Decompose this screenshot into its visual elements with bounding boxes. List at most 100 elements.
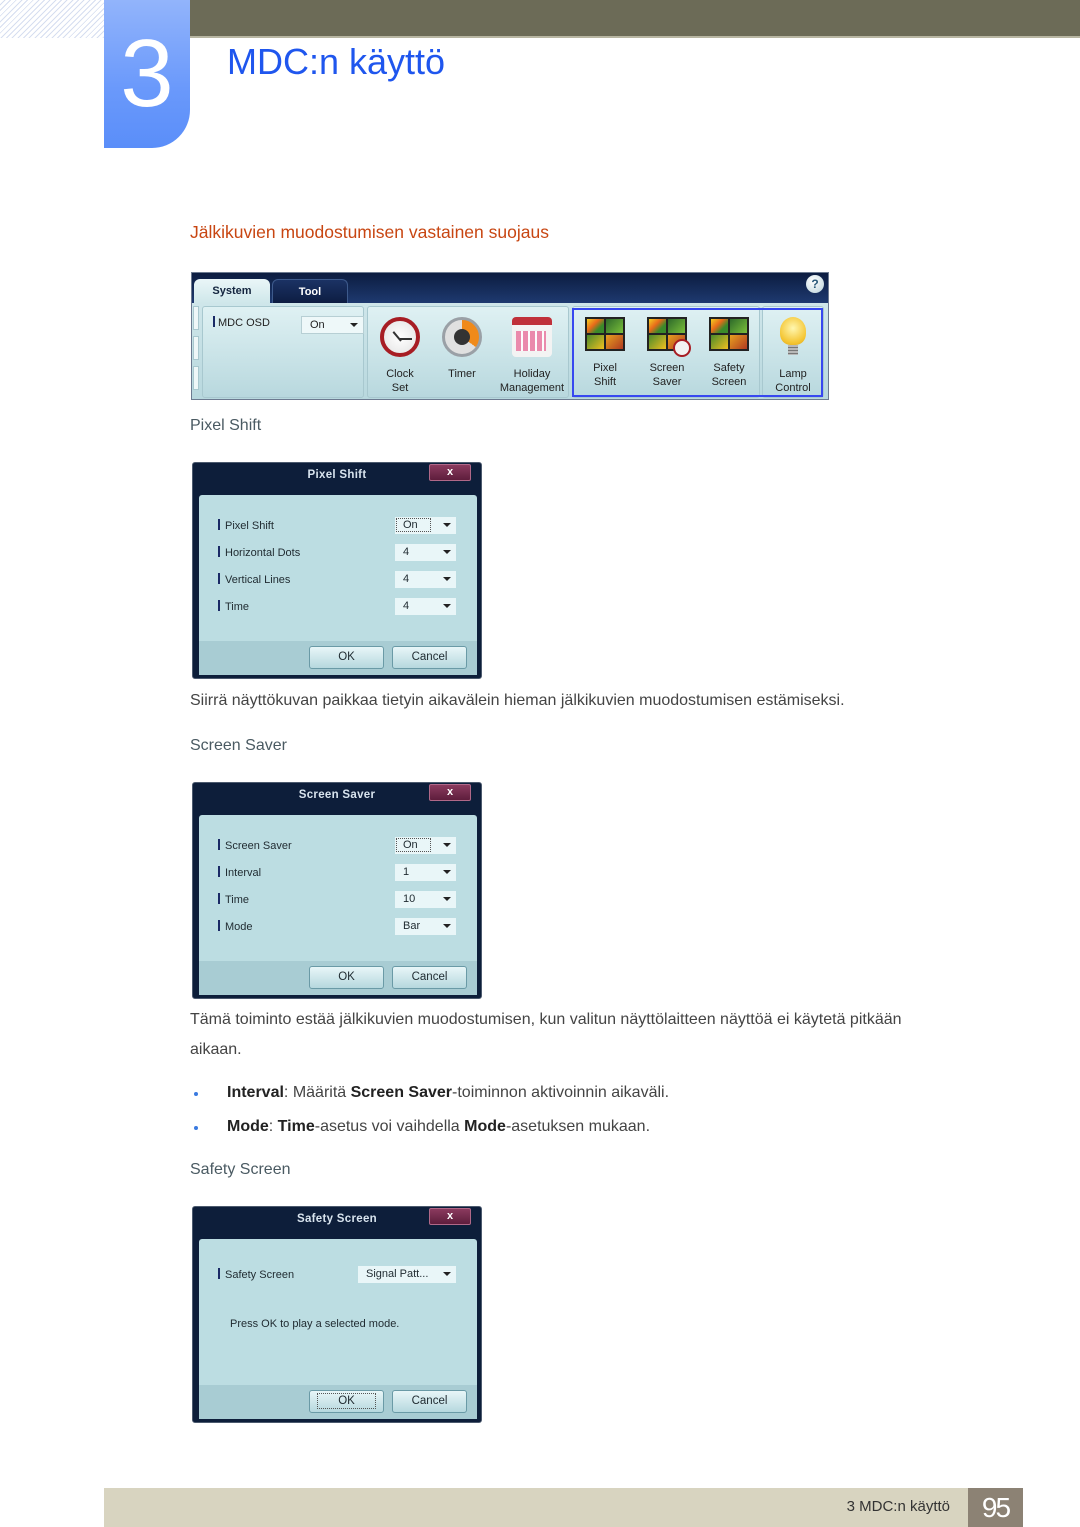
vertical-lines-select[interactable]: 4 xyxy=(395,571,456,588)
button-label: Management xyxy=(499,382,565,394)
screen-saver-select[interactable]: On xyxy=(395,837,456,854)
select-value: 4 xyxy=(403,573,410,585)
mdc-toolbar: System Tool ? MDC OSD On Clock Set Timer… xyxy=(191,272,829,400)
chapter-number: 3 xyxy=(104,0,190,148)
screen-saver-description-line2: aikaan. xyxy=(190,1041,242,1058)
chevron-down-icon xyxy=(443,604,451,608)
page-footer: 3 MDC:n käyttö xyxy=(104,1488,1022,1527)
chevron-down-icon xyxy=(443,523,451,527)
chevron-down-icon xyxy=(443,577,451,581)
clock-icon xyxy=(380,317,420,357)
holiday-management-button[interactable]: Holiday Management xyxy=(494,311,570,397)
button-label: Clock xyxy=(386,368,414,380)
bullet-dot-icon xyxy=(194,1092,198,1096)
header-bar xyxy=(190,0,1080,38)
bullet-term: Interval xyxy=(227,1084,284,1101)
interval-label: Interval xyxy=(218,866,261,879)
time-panel: Clock Set Timer Holiday Management xyxy=(367,306,569,398)
ok-button[interactable]: OK xyxy=(309,1390,384,1413)
dialog-footer: OK Cancel xyxy=(199,641,477,675)
timer-button[interactable]: Timer xyxy=(430,311,494,397)
dialog-footer: OK Cancel xyxy=(199,961,477,995)
select-value: Signal Patt... xyxy=(366,1268,429,1280)
bullet-term: Mode xyxy=(464,1118,506,1135)
select-value: 10 xyxy=(403,893,416,905)
close-button[interactable]: x xyxy=(429,784,471,801)
time-select[interactable]: 4 xyxy=(395,598,456,615)
bullet-dot-icon xyxy=(194,1126,198,1130)
page-number: 95 xyxy=(968,1488,1023,1527)
pixel-shift-label: Pixel Shift xyxy=(218,519,274,532)
timer-icon xyxy=(442,317,482,357)
chapter-title: MDC:n käyttö xyxy=(227,41,446,82)
cancel-button[interactable]: Cancel xyxy=(392,646,467,669)
mdc-osd-value: On xyxy=(310,319,325,331)
time-label: Time xyxy=(218,893,249,906)
select-value: 4 xyxy=(403,600,410,612)
ok-button[interactable]: OK xyxy=(309,646,384,669)
select-value: On xyxy=(396,518,431,532)
button-label: Holiday xyxy=(513,368,551,380)
bullet-term: Screen Saver xyxy=(350,1084,453,1101)
clock-set-button[interactable]: Clock Set xyxy=(368,311,432,397)
screen-saver-dialog: Screen Saver x Screen Saver On Interval … xyxy=(192,782,482,999)
osd-panel: MDC OSD On xyxy=(202,306,364,398)
bullet-text: -asetuksen mukaan. xyxy=(505,1118,651,1135)
bullet-term: Time xyxy=(277,1118,315,1135)
cancel-button[interactable]: Cancel xyxy=(392,1390,467,1413)
interval-select[interactable]: 1 xyxy=(395,864,456,881)
button-label: Set xyxy=(391,382,409,394)
ok-label: OK xyxy=(317,1393,376,1409)
pixel-shift-description: Siirrä näyttökuvan paikkaa tietyin aikav… xyxy=(190,692,845,709)
select-value: On xyxy=(396,838,431,852)
tab-tool[interactable]: Tool xyxy=(272,279,348,303)
pixel-shift-dialog: Pixel Shift x Pixel Shift On Horizontal … xyxy=(192,462,482,679)
help-icon[interactable]: ? xyxy=(806,275,824,293)
pixel-shift-heading: Pixel Shift xyxy=(190,417,262,434)
calendar-icon xyxy=(512,317,552,357)
cancel-button[interactable]: Cancel xyxy=(392,966,467,989)
mode-label: Mode xyxy=(218,920,253,933)
close-button[interactable]: x xyxy=(429,464,471,481)
bullet-term: Mode xyxy=(227,1118,269,1135)
section-heading: Jälkikuvien muodostumisen vastainen suoj… xyxy=(190,222,549,242)
side-strip xyxy=(193,306,201,398)
safety-screen-dialog: Safety Screen x Safety Screen Signal Pat… xyxy=(192,1206,482,1423)
time-select[interactable]: 10 xyxy=(395,891,456,908)
mode-select[interactable]: Bar xyxy=(395,918,456,935)
screen-saver-heading: Screen Saver xyxy=(190,737,287,754)
select-value: 4 xyxy=(403,546,410,558)
chevron-down-icon xyxy=(443,924,451,928)
safety-screen-select[interactable]: Signal Patt... xyxy=(358,1266,456,1283)
chevron-down-icon xyxy=(443,843,451,847)
close-button[interactable]: x xyxy=(429,1208,471,1225)
dialog-body: Screen Saver On Interval 1 Time 10 Mode … xyxy=(199,815,477,961)
header-hatch-decoration xyxy=(0,0,104,38)
chevron-down-icon xyxy=(443,870,451,874)
safety-screen-label: Safety Screen xyxy=(218,1268,294,1281)
dialog-body: Safety Screen Signal Patt... Press OK to… xyxy=(199,1239,477,1385)
bullet-text: : Määritä xyxy=(283,1084,351,1101)
screen-saver-label: Screen Saver xyxy=(218,839,292,852)
select-value: 1 xyxy=(403,866,410,878)
select-value: Bar xyxy=(403,920,421,932)
footer-chapter-label: 3 MDC:n käyttö xyxy=(846,1498,950,1515)
horizontal-dots-select[interactable]: 4 xyxy=(395,544,456,561)
chevron-down-icon xyxy=(443,550,451,554)
pixel-shift-select[interactable]: On xyxy=(395,517,456,534)
tab-system[interactable]: System xyxy=(194,279,270,303)
bullet-text: -asetus voi vaihdella xyxy=(314,1118,465,1135)
mdc-osd-select[interactable]: On xyxy=(301,316,364,334)
bullet-text: : xyxy=(268,1118,278,1135)
toolbar-tabs: System Tool xyxy=(194,279,348,303)
instruction-text: Press OK to play a selected mode. xyxy=(230,1318,400,1330)
selection-highlight xyxy=(572,308,823,397)
chevron-down-icon xyxy=(443,1272,451,1276)
vertical-lines-label: Vertical Lines xyxy=(218,573,290,586)
horizontal-dots-label: Horizontal Dots xyxy=(218,546,300,559)
button-label: Timer xyxy=(448,368,476,380)
screen-saver-description-line1: Tämä toiminto estää jälkikuvien muodostu… xyxy=(190,1011,902,1028)
safety-screen-heading: Safety Screen xyxy=(190,1161,291,1178)
ok-button[interactable]: OK xyxy=(309,966,384,989)
mdc-osd-label: MDC OSD xyxy=(213,316,270,329)
